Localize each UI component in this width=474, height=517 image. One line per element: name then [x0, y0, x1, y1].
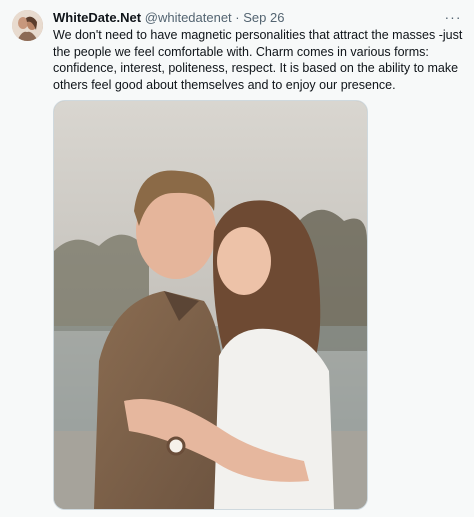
author-handle[interactable]: @whitedatenet [145, 10, 232, 25]
avatar[interactable] [12, 10, 43, 41]
ellipsis-icon[interactable]: ··· [444, 8, 462, 26]
tweet-text: We don't need to have magnetic personali… [53, 28, 463, 92]
author-name[interactable]: WhiteDate.Net [53, 10, 141, 25]
tweet-header: WhiteDate.Net @whitedatenet · Sep 26 [53, 9, 444, 26]
avatar-image [12, 10, 43, 41]
separator-dot: · [235, 10, 240, 25]
tweet-photo[interactable] [53, 100, 368, 510]
couple-photo-image [54, 101, 367, 509]
tweet-date[interactable]: Sep 26 [243, 10, 284, 25]
tweet[interactable]: WhiteDate.Net @whitedatenet · Sep 26 ···… [0, 0, 474, 517]
